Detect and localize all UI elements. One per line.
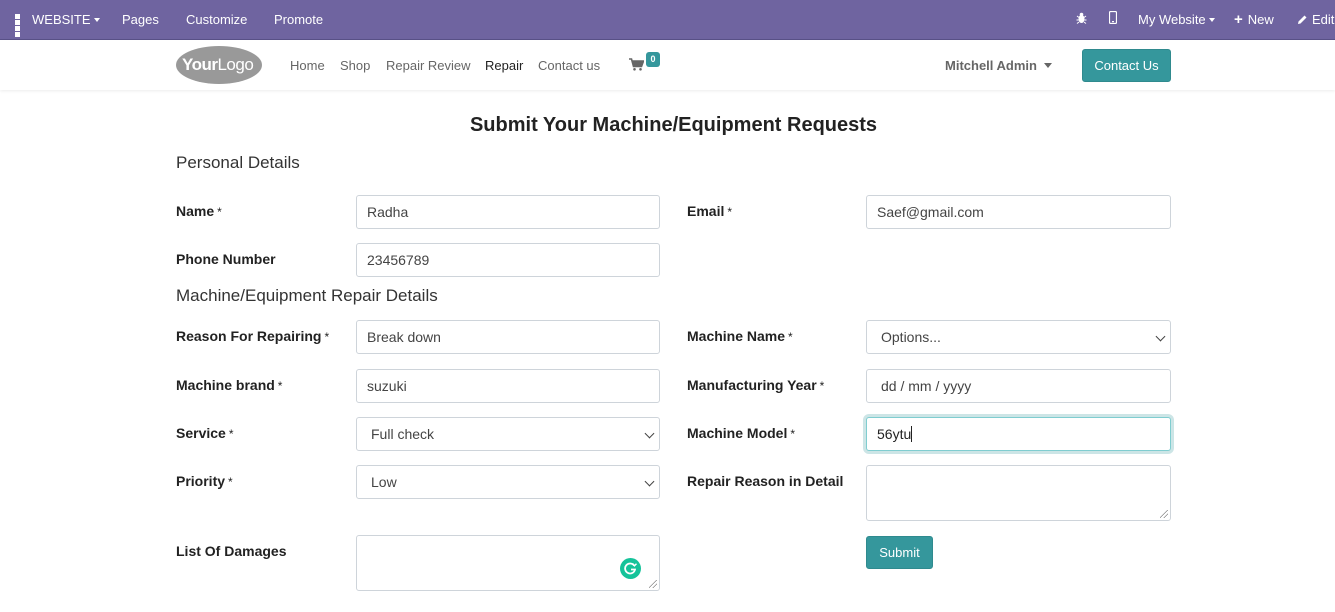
- website-menu-label: WEBSITE: [32, 12, 91, 27]
- service-value: Full check: [371, 426, 435, 442]
- damages-textarea[interactable]: [356, 535, 660, 591]
- edit-button[interactable]: Edit: [1297, 0, 1334, 39]
- my-website-menu[interactable]: My Website: [1138, 0, 1215, 39]
- required-marker: *: [277, 379, 283, 393]
- page-title: Submit Your Machine/Equipment Requests: [469, 114, 878, 136]
- reason-input[interactable]: Break down: [356, 320, 660, 354]
- pencil-icon: [1297, 12, 1312, 27]
- caret-down-icon: [93, 18, 100, 22]
- required-marker: *: [217, 205, 222, 219]
- chevron-down-icon: [1155, 331, 1166, 342]
- mobile-preview-icon[interactable]: [1108, 0, 1118, 39]
- submit-button[interactable]: Submit: [866, 536, 933, 569]
- plus-icon: +: [1234, 11, 1243, 28]
- edit-label: Edit: [1312, 12, 1335, 27]
- required-marker: *: [228, 427, 234, 441]
- required-marker: *: [727, 205, 733, 219]
- machine-name-select[interactable]: Options...: [866, 320, 1171, 354]
- machine-model-value: 56ytu: [877, 426, 912, 442]
- nav-link-home[interactable]: Home: [290, 58, 325, 73]
- required-marker: *: [790, 427, 796, 441]
- new-button[interactable]: + New: [1234, 0, 1274, 39]
- site-navbar: YourLogo Home Shop Repair Review Repair …: [0, 40, 1335, 90]
- year-label: Manufacturing Year *: [687, 377, 825, 393]
- admin-bar: WEBSITE Pages Customize Promote My Websi…: [0, 0, 1335, 40]
- name-label: Name *: [176, 203, 222, 219]
- resize-grip-icon[interactable]: [1160, 510, 1168, 518]
- repair-detail-textarea[interactable]: [866, 465, 1171, 521]
- caret-down-icon: [1043, 63, 1052, 68]
- name-input[interactable]: Radha: [356, 195, 660, 229]
- manufacturing-year-input[interactable]: dd / mm / yyyy: [866, 369, 1171, 403]
- text-cursor: [911, 426, 913, 442]
- detail-label: Repair Reason in Detail: [687, 473, 844, 489]
- reason-label: Reason For Repairing *: [176, 328, 330, 344]
- personal-details-heading: Personal Details: [176, 153, 300, 172]
- priority-select[interactable]: Low: [356, 465, 660, 499]
- logo-text: YourLogo: [182, 55, 254, 74]
- contact-us-button[interactable]: Contact Us: [1082, 49, 1171, 82]
- new-label: New: [1247, 12, 1274, 27]
- my-website-label: My Website: [1138, 12, 1206, 27]
- damages-label: List Of Damages: [176, 543, 287, 559]
- phone-input[interactable]: 23456789: [356, 243, 660, 277]
- phone-label: Phone Number: [176, 251, 276, 267]
- chevron-down-icon: [644, 476, 655, 487]
- required-marker: *: [788, 330, 793, 344]
- repair-details-heading: Machine/Equipment Repair Details: [176, 286, 438, 305]
- required-marker: *: [228, 475, 233, 489]
- nav-link-shop[interactable]: Shop: [340, 58, 370, 73]
- priority-value: Low: [371, 474, 397, 490]
- apps-grid-icon: [15, 14, 26, 37]
- company-logo[interactable]: YourLogo: [176, 46, 262, 84]
- model-label: Machine Model *: [687, 425, 796, 441]
- shopping-cart-icon: [629, 58, 644, 71]
- priority-label: Priority *: [176, 473, 233, 489]
- website-menu[interactable]: WEBSITE: [15, 0, 100, 39]
- caret-down-icon: [1208, 18, 1215, 22]
- service-label: Service *: [176, 425, 234, 441]
- required-marker: *: [324, 330, 330, 344]
- nav-link-repair-review[interactable]: Repair Review: [386, 58, 471, 73]
- grammarly-icon[interactable]: [620, 558, 641, 579]
- cart-count-badge: 0: [646, 52, 660, 67]
- customize-menu[interactable]: Customize: [186, 0, 247, 39]
- brand-label: Machine brand *: [176, 377, 283, 393]
- debug-bug-icon[interactable]: [1076, 0, 1087, 39]
- user-menu[interactable]: Mitchell Admin: [945, 58, 1052, 73]
- promote-menu[interactable]: Promote: [274, 0, 323, 39]
- machine-name-value: Options...: [881, 329, 941, 345]
- cart-link[interactable]: 0: [629, 52, 660, 71]
- required-marker: *: [819, 379, 825, 393]
- machine-model-input[interactable]: 56ytu: [866, 417, 1171, 451]
- user-name: Mitchell Admin: [945, 58, 1037, 73]
- email-input[interactable]: Saef@gmail.com: [866, 195, 1171, 229]
- nav-link-contact-us[interactable]: Contact us: [538, 58, 600, 73]
- brand-input[interactable]: suzuki: [356, 369, 660, 403]
- machine-name-label: Machine Name *: [687, 328, 793, 344]
- nav-link-repair[interactable]: Repair: [485, 58, 523, 73]
- email-label: Email *: [687, 203, 733, 219]
- service-select[interactable]: Full check: [356, 417, 660, 451]
- chevron-down-icon: [644, 428, 655, 439]
- pages-menu[interactable]: Pages: [122, 0, 159, 39]
- resize-grip-icon[interactable]: [649, 580, 657, 588]
